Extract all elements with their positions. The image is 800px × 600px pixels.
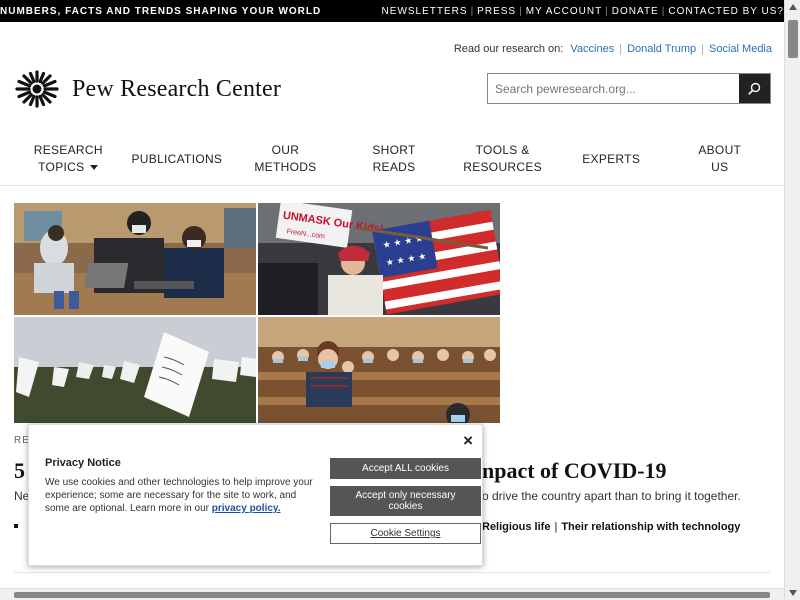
search-input[interactable] [488, 74, 739, 103]
scroll-up-icon[interactable] [789, 4, 797, 10]
chevron-down-icon [90, 165, 99, 171]
related-link-religious-life[interactable]: Religious life [482, 521, 550, 533]
nav-tools-resources[interactable]: TOOLS & RESOURCES [448, 134, 557, 184]
scroll-down-icon[interactable] [789, 590, 797, 596]
privacy-notice-dialog: × Privacy Notice We use cookies and othe… [28, 424, 483, 566]
vertical-scroll-thumb[interactable] [788, 20, 798, 58]
feature-dek: o drive the country apart than to bring … [482, 489, 741, 503]
donate-link[interactable]: DONATE [612, 6, 659, 17]
utility-links: NEWSLETTERS | PRESS | MY ACCOUNT | DONATE | CONT… [381, 6, 784, 17]
accept-necessary-cookies-button[interactable]: Accept only necessary cookies [330, 486, 481, 516]
nav-experts[interactable]: EXPERTS [557, 134, 666, 184]
nav-label: READS [372, 160, 416, 174]
nav-about-us[interactable]: ABOUT US [665, 134, 774, 184]
search-icon [748, 82, 761, 95]
related-link-technology[interactable]: Their relationship with technology [561, 521, 740, 533]
classroom-photo [14, 203, 256, 315]
feature-headline-start[interactable]: 5 [14, 458, 25, 484]
site-name: Pew Research Center [72, 75, 282, 102]
nav-label: EXPERTS [582, 151, 641, 166]
nav-label: RESOURCES [463, 160, 542, 174]
topic-link-donald-trump[interactable]: Donald Trump [627, 43, 696, 55]
nav-label: ABOUT [698, 143, 742, 157]
site-logo[interactable]: Pew Research Center [14, 70, 281, 108]
site-tagline: NUMBERS, FACTS AND TRENDS SHAPING YOUR W… [0, 6, 322, 17]
pew-logo-icon [15, 70, 59, 108]
press-link[interactable]: PRESS [477, 6, 516, 17]
nav-label: METHODS [254, 160, 317, 174]
vertical-scrollbar[interactable] [784, 0, 800, 600]
protest-photo: UNMASK Our Kids! FreeN...com ★ ★ ★ ★ ★ ★… [258, 203, 500, 315]
nav-our-methods[interactable]: OUR METHODS [231, 134, 340, 184]
church-service-photo [258, 317, 500, 423]
nav-label: OUR [271, 143, 300, 157]
nav-label: PUBLICATIONS [131, 151, 223, 166]
search-form [487, 73, 771, 104]
topic-link-social-media[interactable]: Social Media [709, 43, 772, 55]
privacy-notice-title: Privacy Notice [45, 457, 121, 469]
accept-all-cookies-button[interactable]: Accept ALL cookies [330, 458, 481, 479]
feature-headline[interactable]: npact of COVID-19 [482, 458, 667, 484]
newsletters-link[interactable]: NEWSLETTERS [382, 6, 468, 17]
horizontal-scrollbar[interactable] [0, 588, 784, 600]
nav-label: SHORT [372, 143, 416, 157]
top-utility-bar: NUMBERS, FACTS AND TRENDS SHAPING YOUR W… [0, 0, 784, 22]
nav-label: RESEARCH [33, 143, 103, 157]
main-navigation: RESEARCH TOPICS PUBLICATIONS OUR METHODS S… [14, 134, 774, 184]
nav-short-reads[interactable]: SHORT READS [340, 134, 449, 184]
research-on-label: Read our research on: [453, 43, 564, 55]
horizontal-scroll-thumb[interactable] [14, 592, 770, 598]
nav-label: TOPICS [38, 160, 85, 174]
feature-image-collage[interactable]: UNMASK Our Kids! FreeN...com ★ ★ ★ ★ ★ ★… [14, 203, 500, 423]
my-account-link[interactable]: MY ACCOUNT [526, 6, 603, 17]
contacted-by-us-link[interactable]: CONTACTED BY US? [668, 6, 784, 17]
privacy-notice-text: We use cookies and other technologies to… [45, 476, 317, 515]
nav-label: TOOLS & [475, 143, 530, 157]
nav-publications[interactable]: PUBLICATIONS [123, 134, 232, 184]
section-divider [14, 572, 770, 573]
related-bullet [14, 524, 18, 528]
privacy-policy-link[interactable]: privacy policy. [212, 503, 281, 514]
nav-label: US [711, 160, 729, 174]
topic-link-vaccines[interactable]: Vaccines [570, 43, 614, 55]
nav-divider [0, 185, 784, 186]
search-button[interactable] [739, 74, 770, 103]
research-on-bar: Read our research on: Vaccines | Donald Tr… [453, 43, 772, 55]
cookie-settings-button[interactable]: Cookie Settings [330, 523, 481, 544]
close-icon[interactable]: × [463, 431, 473, 451]
related-links: Religious life | Their relationship with t… [482, 521, 741, 533]
nav-research-topics[interactable]: RESEARCH TOPICS [14, 134, 123, 184]
memorial-flags-photo [14, 317, 256, 423]
